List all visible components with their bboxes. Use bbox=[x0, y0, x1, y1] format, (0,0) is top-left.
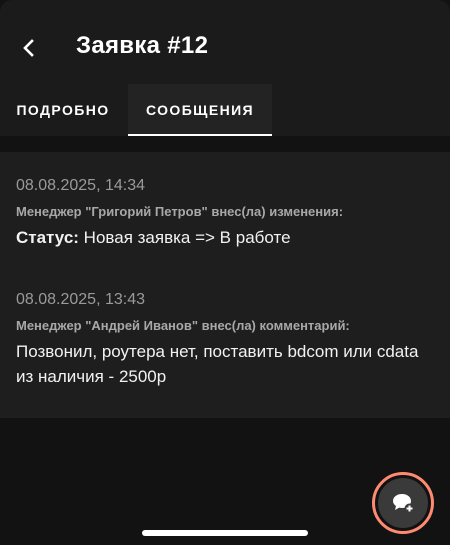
page-title: Заявка #12 bbox=[76, 32, 209, 59]
tab-details[interactable]: ПОДРОБНО bbox=[0, 84, 126, 136]
message-text: Позвонил, роутера нет, поставить bdcom и… bbox=[16, 342, 419, 386]
message-item: 08.08.2025, 13:43 Менеджер "Андрей Ивано… bbox=[16, 290, 436, 389]
add-comment-icon bbox=[393, 494, 415, 514]
message-item: 08.08.2025, 14:34 Менеджер "Григорий Пет… bbox=[16, 176, 436, 250]
status-label: Статус: bbox=[16, 228, 79, 247]
message-author: Менеджер "Андрей Иванов" внес(ла) коммен… bbox=[16, 318, 350, 333]
chevron-left-icon bbox=[23, 39, 34, 57]
message-author: Менеджер "Григорий Петров" внес(ла) изме… bbox=[16, 204, 344, 219]
active-tab-indicator bbox=[128, 134, 272, 136]
message-timestamp: 08.08.2025, 13:43 bbox=[16, 291, 146, 308]
messages-list: 08.08.2025, 14:34 Менеджер "Григорий Пет… bbox=[0, 152, 450, 418]
message-timestamp: 08.08.2025, 14:34 bbox=[16, 177, 146, 194]
tab-bar: ПОДРОБНО СООБЩЕНИЯ bbox=[0, 84, 450, 136]
fab-highlight bbox=[372, 472, 434, 534]
tab-messages[interactable]: СООБЩЕНИЯ bbox=[128, 84, 272, 136]
app-screen: Заявка #12 ПОДРОБНО СООБЩЕНИЯ 08.08.2025… bbox=[0, 0, 450, 545]
add-comment-button[interactable] bbox=[378, 478, 428, 528]
home-indicator bbox=[142, 530, 308, 536]
message-text: Статус: Новая заявка => В работе bbox=[16, 225, 436, 250]
back-button[interactable] bbox=[14, 30, 44, 66]
status-change-text: Новая заявка => В работе bbox=[78, 228, 291, 247]
app-header: Заявка #12 bbox=[0, 0, 450, 84]
